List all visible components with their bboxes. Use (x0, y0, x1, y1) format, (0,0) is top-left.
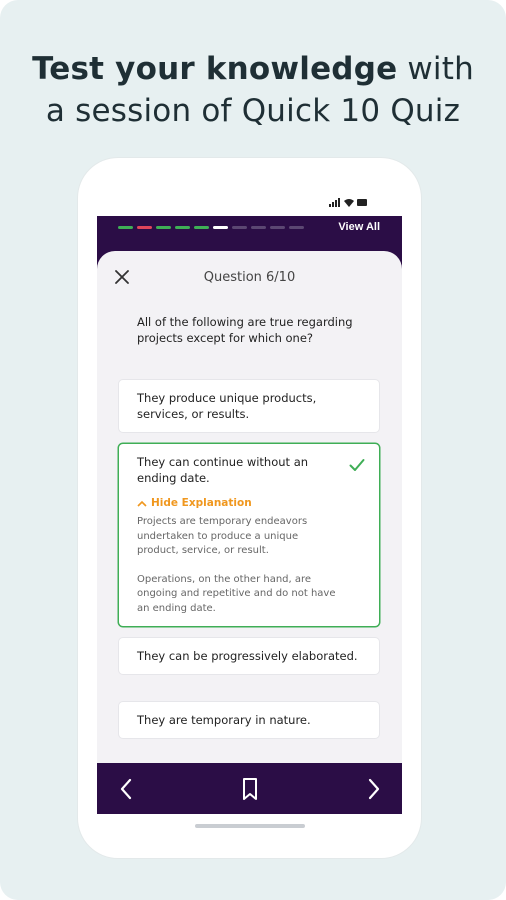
progress-segment-10 (289, 226, 304, 229)
progress-segment-2 (137, 226, 152, 229)
headline-rest: with (397, 51, 474, 87)
question-sheet: Question 6/10 All of the following are t… (97, 251, 402, 761)
progress-segment-5 (194, 226, 209, 229)
question-number: Question 6/10 (203, 270, 296, 285)
progress-segment-7 (232, 226, 247, 229)
option-text: They are temporary in nature. (137, 713, 311, 727)
answer-option-2[interactable]: They can continue without an ending date… (119, 444, 379, 626)
signal-icon (329, 198, 340, 207)
bookmark-icon (243, 778, 257, 800)
answer-option-1[interactable]: They produce unique products, services, … (119, 380, 379, 432)
progress-indicator (118, 226, 304, 229)
progress-segment-3 (156, 226, 171, 229)
status-icons (329, 198, 369, 209)
explanation-toggle-label: Hide Explanation (151, 497, 252, 509)
quiz-navigation-bar (97, 763, 402, 814)
option-text: They can be progressively elaborated. (137, 649, 358, 663)
answer-option-3[interactable]: They can be progressively elaborated. (119, 638, 379, 674)
wifi-icon (344, 199, 354, 207)
chevron-right-icon (368, 778, 380, 800)
explanation-paragraph-2: Operations, on the other hand, are ongoi… (137, 573, 336, 614)
promo-headline: Test your knowledge with a session of Qu… (0, 48, 506, 132)
answer-option-4[interactable]: They are temporary in nature. (119, 702, 379, 738)
progress-segment-6 (213, 226, 228, 229)
battery-icon (357, 199, 367, 206)
progress-segment-9 (270, 226, 285, 229)
option-text: They can continue without an ending date… (137, 455, 309, 485)
next-button[interactable] (359, 775, 387, 803)
headline-bold: Test your knowledge (32, 51, 398, 87)
explanation-paragraph-1: Projects are temporary endeavors underta… (137, 516, 308, 556)
check-icon (349, 459, 365, 471)
progress-segment-8 (251, 226, 266, 229)
chevron-left-icon (120, 778, 132, 800)
headline-line2: a session of Quick 10 Quiz (45, 93, 461, 129)
hide-explanation-button[interactable]: Hide Explanation (137, 495, 339, 511)
explanation-text: Projects are temporary endeavors underta… (137, 515, 339, 616)
progress-segment-4 (175, 226, 190, 229)
app-screen: View All Question 6/10 All of the follow… (97, 216, 402, 814)
view-all-button[interactable]: View All (338, 221, 380, 233)
phone-frame: View All Question 6/10 All of the follow… (78, 158, 421, 858)
previous-button[interactable] (113, 775, 141, 803)
progress-segment-1 (118, 226, 133, 229)
home-indicator[interactable] (195, 824, 305, 828)
bookmark-button[interactable] (236, 775, 264, 803)
promo-background: Test your knowledge with a session of Qu… (0, 0, 506, 900)
question-text: All of the following are true regarding … (137, 315, 353, 345)
chevron-up-icon (137, 500, 147, 507)
option-text: They produce unique products, services, … (137, 391, 317, 421)
